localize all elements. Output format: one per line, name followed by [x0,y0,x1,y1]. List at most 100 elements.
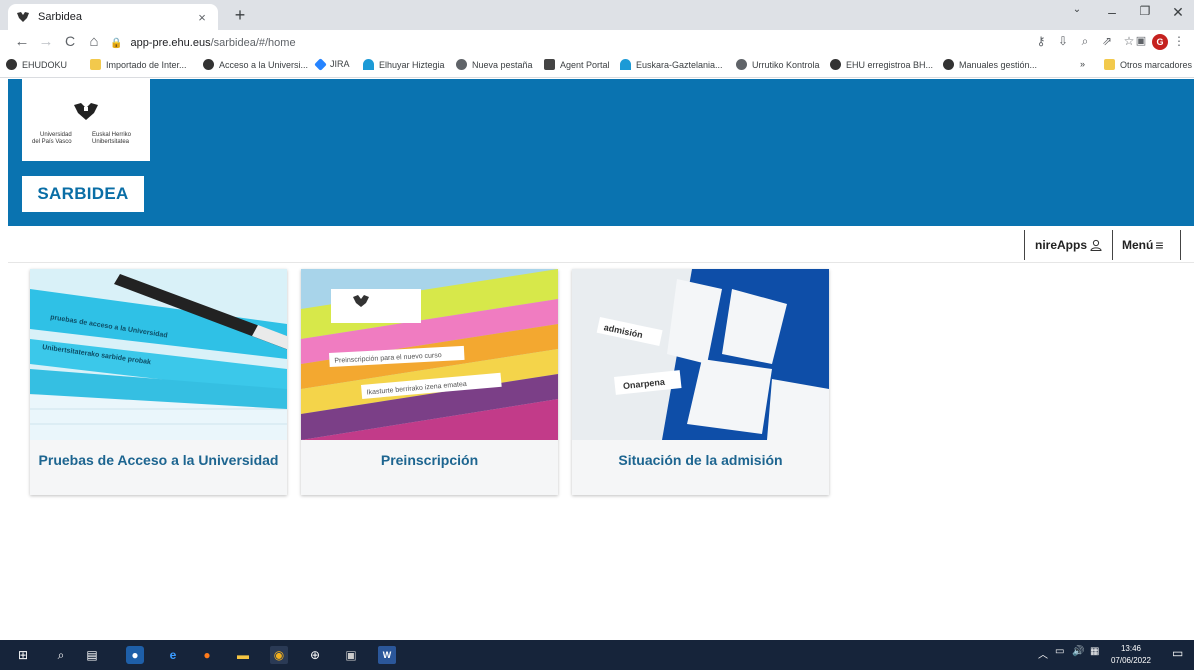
ehu-logo[interactable]: Universidad del País Vasco Euskal Herrik… [22,79,150,161]
card-title[interactable]: Pruebas de Acceso a la Universidad [30,440,287,495]
more-bookmarks-button[interactable]: » [1080,59,1085,69]
bookmark-euskara[interactable]: Euskara-Gaztelania... [620,59,723,70]
page-nav-bar [8,226,1194,263]
ehu-icon [203,59,214,70]
card-title[interactable]: Situación de la admisión [572,440,829,495]
user-icon [1090,239,1102,251]
bookmark-otros[interactable]: Otros marcadores [1104,59,1192,70]
bookmark-ehu-erregistroa[interactable]: EHU erregistroa BH... [830,59,933,70]
firefox-icon[interactable]: ● [198,646,216,664]
profile-avatar[interactable]: G [1152,34,1168,50]
browser-tab[interactable]: Sarbidea × [8,4,218,30]
lock-icon: 🔒 [110,37,123,49]
edge-icon[interactable]: e [164,646,182,664]
bookmark-manuales[interactable]: Manuales gestión... [943,59,1037,70]
reload-icon[interactable]: C [60,33,80,49]
nav-divider [1180,230,1181,260]
browser-tab-strip: Sarbidea × + ⌄ – ❐ ✕ [0,0,1194,30]
word-icon[interactable]: W [378,646,396,664]
elhuyar-icon [620,59,631,70]
bookmark-label: Nueva pestaña [472,59,533,70]
ehu-favicon-icon [17,12,29,22]
nav-divider [1112,230,1113,260]
logo-line: Universidad [40,132,72,138]
address-bar[interactable]: 🔒 app-pre.ehu.eus/sarbidea/#/home [110,32,1110,54]
restore-button[interactable]: ❐ [1133,4,1157,18]
install-icon[interactable]: ⇩ [1054,34,1072,48]
ehu-logo-mark-icon [74,103,98,120]
app-icon[interactable]: ▣ [342,646,360,664]
card-image-admision: admisión Onarpena [572,269,829,440]
chat-app-icon[interactable]: ⊕ [306,646,324,664]
logo-text-es: Universidad del País Vasco [32,132,72,146]
card-situacion-admision[interactable]: admisión Onarpena Situación de la admisi… [572,269,829,495]
windows-start-icon[interactable]: ⊞ [14,646,32,664]
tab-search-icon[interactable]: ⌄ [1065,4,1089,15]
notification-badge-icon[interactable]: ▦ [1090,646,1099,657]
action-center-icon[interactable]: ▭ [1172,646,1183,660]
card-preinscripcion[interactable]: Preinscripción para el nuevo curso Ikast… [301,269,558,495]
home-icon[interactable]: ⌂ [84,33,104,50]
bookmark-label: JIRA [330,59,350,69]
ehu-icon [943,59,954,70]
agent-portal-icon [544,59,555,70]
task-view-icon[interactable]: ▤ [83,646,101,664]
zoom-icon[interactable]: ⌕ [1076,34,1094,49]
logo-text-eu: Euskal Herriko Unibertsitatea [92,132,131,146]
bookmark-agent[interactable]: Agent Portal [544,59,610,70]
url-host: app-pre.ehu.eus [130,37,211,49]
bookmark-label: EHU erregistroa BH... [846,59,934,70]
url-path: /sarbidea/#/home [210,37,296,49]
bookmark-elhuyar[interactable]: Elhuyar Hiztegia [363,59,445,70]
menu-label: Menú [1122,238,1154,252]
bookmark-urrutiko[interactable]: Urrutiko Kontrola [736,59,820,70]
bookmark-label: Acceso a la Universi... [219,59,309,70]
logo-line: del País Vasco [32,139,72,145]
back-icon[interactable]: ← [12,33,32,50]
tray-chevron-icon[interactable]: ︿ [1038,646,1048,661]
browser-toolbar: ← → C ⌂ 🔒 app-pre.ehu.eus/sarbidea/#/hom… [0,30,1194,56]
network-icon[interactable]: ▭ [1055,646,1064,657]
folder-icon [90,59,101,70]
close-window-button[interactable]: ✕ [1166,4,1190,21]
volume-icon[interactable]: 🔊 [1072,646,1084,657]
bookmark-acceso[interactable]: Acceso a la Universi... [203,59,308,70]
file-explorer-icon[interactable]: ▬ [234,646,252,664]
logo-line: Unibertsitatea [92,139,130,145]
share-icon[interactable]: ⇗ [1098,34,1116,48]
tab-close-icon[interactable]: × [194,10,210,25]
card-title[interactable]: Preinscripción [301,440,558,495]
new-tab-button[interactable]: + [230,5,250,25]
side-panel-icon[interactable]: ▣ [1132,34,1150,47]
bookmark-label: » [1080,59,1086,69]
taskbar-clock[interactable]: 13:46 07/06/2022 [1107,643,1155,667]
nav-divider [1024,230,1025,260]
bookmark-label: Agent Portal [560,59,610,70]
bookmark-label: Otros marcadores [1120,59,1193,70]
bookmark-importado[interactable]: Importado de Inter... [90,59,187,70]
tab-title: Sarbidea [38,11,83,23]
ehu-icon [830,59,841,70]
bookmark-jira[interactable]: JIRA [314,57,350,71]
app-title[interactable]: SARBIDEA [22,176,144,212]
bookmark-label: EHUDOKU [22,59,68,70]
windows-taskbar: ⊞ ⌕ ▤ ● e ● ▬ ◉ ⊕ ▣ W ︿ ▭ 🔊 ▦ ▭ [0,640,1194,670]
menu-button[interactable]: Menú ≡ [1122,230,1164,260]
search-icon[interactable]: ⌕ [52,646,70,664]
people-app-icon[interactable]: ● [126,646,144,664]
bookmark-ehudoku[interactable]: EHUDOKU [6,59,67,70]
card-pruebas-acceso[interactable]: pruebas de acceso a la Universidad Unibe… [30,269,287,495]
elhuyar-icon [363,59,374,70]
forward-icon[interactable]: → [36,33,56,50]
nireapps-link[interactable]: nireApps [1035,230,1102,260]
logo-line: Euskal Herriko [92,132,132,138]
folder-icon [1104,59,1115,70]
chrome-icon[interactable]: ◉ [270,646,288,664]
bookmark-nueva[interactable]: Nueva pestaña [456,59,533,70]
nireapps-label: nireApps [1035,238,1088,252]
ehu-icon [6,59,17,70]
more-menu-icon[interactable]: ⋮ [1170,34,1188,48]
minimize-button[interactable]: – [1100,4,1124,20]
bookmark-label: Euskara-Gaztelania... [636,59,723,70]
key-icon[interactable]: ⚷ [1032,34,1050,48]
